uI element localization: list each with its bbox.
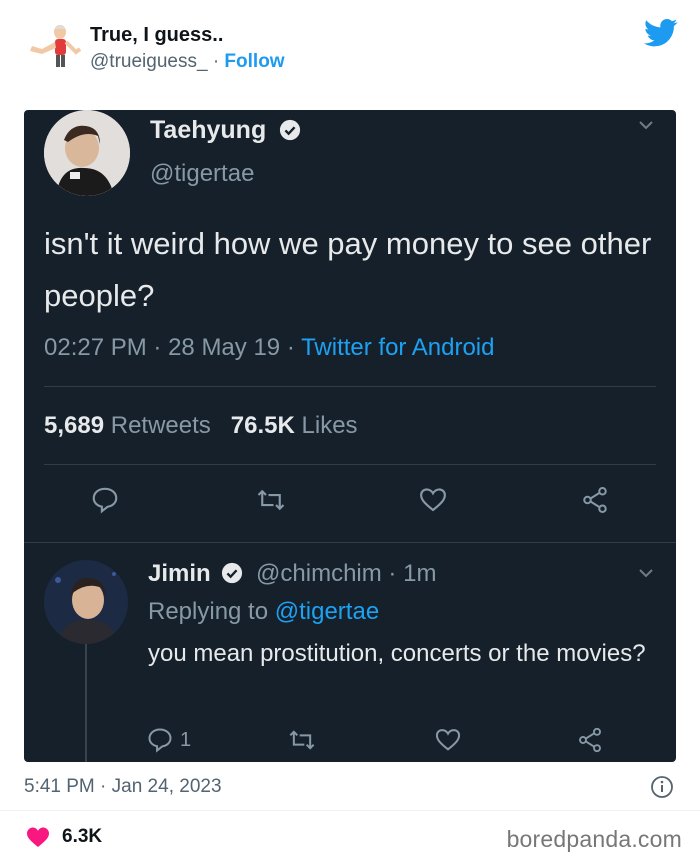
author-name[interactable]: True, I guess.. (90, 24, 223, 47)
author-avatar[interactable] (22, 22, 82, 72)
replying-prefix: Replying to (148, 598, 269, 625)
divider (24, 542, 676, 543)
meta-dot: · (153, 334, 169, 361)
tweet-author-name: Taehyung (150, 116, 301, 145)
meta-dot: · (286, 334, 302, 361)
share-action (580, 482, 610, 518)
reply-action: 1 (146, 722, 191, 758)
reply-text: you mean prostitution, concerts or the m… (148, 640, 646, 667)
tweet-actions (24, 482, 676, 522)
verified-icon (280, 119, 301, 141)
tweet-meta: 02:27 PM · 28 May 19 · Twitter for Andro… (44, 334, 494, 362)
verified-icon (222, 562, 243, 584)
divider (44, 386, 656, 387)
likes-count: 6.3K (62, 826, 103, 847)
follow-button[interactable]: Follow (224, 51, 284, 72)
like-button[interactable]: 6.3K (26, 826, 102, 848)
retweets-count: 5,689 (44, 412, 105, 439)
tweet-stats: 5,689 Retweets 76.5K Likes (44, 412, 358, 440)
twitter-bird-icon[interactable] (644, 18, 678, 48)
author-handle[interactable]: @trueiguess_ (90, 51, 208, 72)
tweet-author-name-text: Taehyung (150, 116, 267, 144)
tweet-timestamp[interactable]: 5:41 PM · Jan 24, 2023 (24, 776, 222, 798)
heart-icon (435, 729, 461, 751)
reply-age: 1m (403, 560, 437, 587)
heart-filled-icon (27, 827, 49, 847)
replying-to: Replying to @tigertae (148, 598, 379, 626)
embedded-screenshot: Taehyung @tigertae isn't it weird how we… (24, 110, 676, 762)
retweet-icon (257, 489, 285, 511)
reply-author-name: Jimin (148, 560, 211, 587)
likes-count-embedded: 76.5K (230, 412, 295, 439)
likes-label: Likes (301, 412, 358, 439)
reply-header: Jimin @chimchim · 1m (148, 560, 436, 588)
retweet-icon (289, 730, 315, 750)
share-action (576, 722, 604, 758)
like-action (418, 482, 448, 518)
divider (44, 464, 656, 465)
info-icon[interactable] (650, 775, 674, 799)
author-handle-line: @trueiguess_ · Follow (90, 51, 285, 73)
reply-author-handle: @chimchim (256, 560, 382, 587)
jimin-avatar (44, 560, 128, 644)
reply-icon (148, 728, 172, 753)
share-icon (583, 487, 607, 513)
share-icon (579, 727, 601, 753)
taehyung-avatar (44, 110, 130, 196)
separator-dot: · (212, 51, 220, 72)
tweet-header: True, I guess.. @trueiguess_ · Follow (0, 0, 700, 100)
retweet-action (256, 482, 286, 518)
tweet-source: Twitter for Android (301, 334, 495, 361)
retweets-label: Retweets (110, 412, 211, 439)
like-action (434, 722, 462, 758)
brand-watermark: boredpanda.com (506, 826, 682, 852)
meta-dot: · (388, 560, 404, 587)
tweet-author-handle: @tigertae (150, 160, 255, 187)
reply-icon (92, 487, 118, 514)
retweet-action (288, 722, 316, 758)
reply-action (90, 482, 120, 518)
tweet-date: 28 May 19 (168, 334, 281, 361)
replying-to-handle: @tigertae (274, 598, 380, 625)
reply-count: 1 (180, 728, 192, 751)
divider (0, 810, 700, 811)
tweet-text: isn't it weird how we pay money to see o… (44, 226, 652, 313)
reply-actions: 1 (24, 722, 676, 762)
chevron-down-icon (639, 121, 653, 130)
tweet-time: 02:27 PM (44, 334, 147, 361)
chevron-down-icon (639, 569, 653, 578)
heart-icon (420, 488, 446, 512)
